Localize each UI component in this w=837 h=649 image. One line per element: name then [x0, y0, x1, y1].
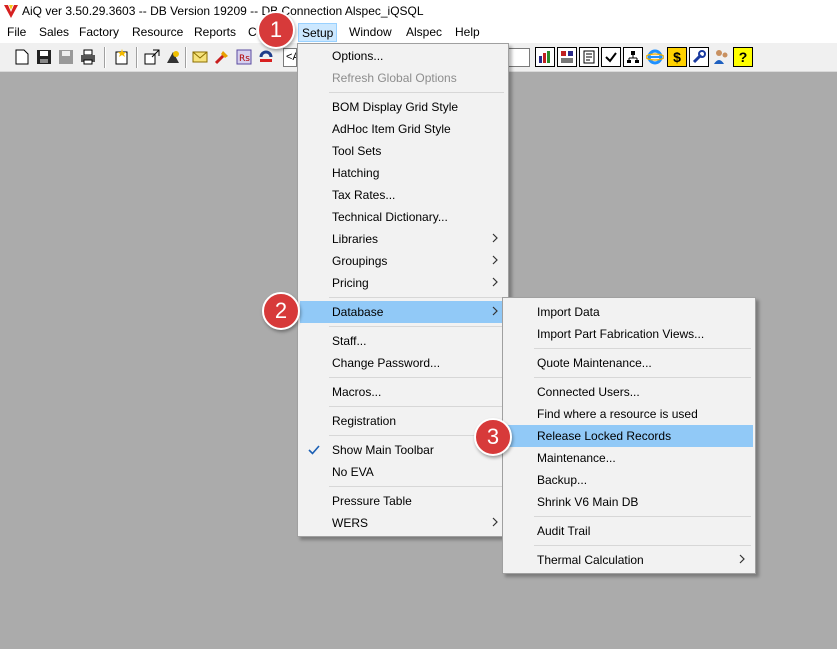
step-badge-2: 2	[262, 292, 300, 330]
mail-icon[interactable]	[190, 47, 210, 67]
menu-separator	[534, 545, 751, 546]
submenu-arrow-icon	[739, 554, 745, 564]
internet-explorer-icon[interactable]	[645, 47, 665, 67]
menu-separator	[329, 326, 504, 327]
menu-item-find-resource-usage[interactable]: Find where a resource is used	[505, 403, 753, 425]
menu-separator	[329, 486, 504, 487]
menu-item-quote-maintenance[interactable]: Quote Maintenance...	[505, 352, 753, 374]
toolbar-separator	[104, 47, 106, 68]
menu-item-shrink-v6-main-db[interactable]: Shrink V6 Main DB	[505, 491, 753, 513]
menu-item-connected-users[interactable]: Connected Users...	[505, 381, 753, 403]
menu-sales[interactable]: Sales	[39, 25, 69, 41]
toolbar-separator	[136, 47, 138, 68]
menu-separator	[534, 377, 751, 378]
menu-item-release-locked-records[interactable]: Release Locked Records	[505, 425, 753, 447]
app-logo-icon	[4, 5, 18, 18]
bar-chart-icon[interactable]	[535, 47, 555, 67]
menu-resource[interactable]: Resource	[132, 25, 183, 41]
check-icon[interactable]	[601, 47, 621, 67]
report-icon[interactable]: Rs	[234, 47, 254, 67]
menu-separator	[329, 92, 504, 93]
users-icon[interactable]	[711, 47, 731, 67]
menu-item-wers[interactable]: WERS	[300, 512, 506, 534]
setup-menu: Options... Refresh Global Options BOM Di…	[297, 43, 509, 537]
menu-item-refresh-global-options: Refresh Global Options	[332, 71, 457, 85]
menu-item-no-eva[interactable]: No EVA	[300, 461, 506, 483]
menu-item-hatching[interactable]: Hatching	[300, 162, 506, 184]
menu-item-import-part-fabrication-views[interactable]: Import Part Fabrication Views...	[505, 323, 753, 345]
menu-item-maintenance[interactable]: Maintenance...	[505, 447, 753, 469]
pricing-icon[interactable]: $	[667, 47, 687, 67]
toolbar-combo-end[interactable]	[508, 48, 530, 67]
submenu-arrow-icon	[492, 233, 498, 243]
menu-item-groupings[interactable]: Groupings	[300, 250, 506, 272]
menu-separator	[329, 297, 504, 298]
menu-item-database[interactable]: Database	[300, 301, 506, 323]
import-icon[interactable]	[142, 47, 162, 67]
menu-item-backup[interactable]: Backup...	[505, 469, 753, 491]
menu-item-adhoc-item-grid-style[interactable]: AdHoc Item Grid Style	[300, 118, 506, 140]
new-quote-icon[interactable]	[112, 47, 132, 67]
menu-window[interactable]: Window	[349, 25, 392, 41]
menu-item-macros[interactable]: Macros...	[300, 381, 506, 403]
submenu-arrow-icon	[492, 277, 498, 287]
title-bar: AiQ ver 3.50.29.3603 -- DB Version 19209…	[0, 0, 837, 22]
menu-file[interactable]: File	[7, 25, 26, 41]
step-badge-1: 1	[257, 11, 295, 49]
menu-separator	[329, 377, 504, 378]
menu-item-tool-sets[interactable]: Tool Sets	[300, 140, 506, 162]
toolbar-combo[interactable]: <A	[283, 48, 297, 67]
menu-c[interactable]: C	[248, 25, 257, 41]
step-badge-3: 3	[474, 418, 512, 456]
menu-separator	[534, 516, 751, 517]
menu-separator	[534, 348, 751, 349]
pivot-icon[interactable]	[557, 47, 577, 67]
submenu-arrow-icon	[492, 306, 498, 316]
alspec-logo-icon[interactable]	[256, 47, 276, 67]
menu-item-pricing[interactable]: Pricing	[300, 272, 506, 294]
schedule-icon[interactable]	[163, 47, 183, 67]
help-icon[interactable]: ?	[733, 47, 753, 67]
menu-item-change-password[interactable]: Change Password...	[300, 352, 506, 374]
menu-item-import-data[interactable]: Import Data	[505, 301, 753, 323]
window-title: AiQ ver 3.50.29.3603 -- DB Version 19209…	[22, 4, 424, 18]
menu-item-libraries[interactable]: Libraries	[300, 228, 506, 250]
submenu-arrow-icon	[492, 255, 498, 265]
menu-item-options[interactable]: Options...	[300, 45, 506, 67]
menu-separator	[329, 406, 504, 407]
menu-bar: File Sales Factory Resource Reports C Se…	[0, 22, 837, 43]
menu-help[interactable]: Help	[455, 25, 480, 41]
menu-setup[interactable]: Setup	[298, 23, 338, 42]
submenu-arrow-icon	[492, 517, 498, 527]
menu-item-audit-trail[interactable]: Audit Trail	[505, 520, 753, 542]
menu-alspec[interactable]: Alspec	[406, 25, 442, 41]
new-document-icon[interactable]	[12, 47, 32, 67]
settings-icon[interactable]	[579, 47, 599, 67]
menu-factory[interactable]: Factory	[79, 25, 119, 41]
svg-text:Rs: Rs	[239, 54, 250, 64]
menu-item-bom-display-grid-style[interactable]: BOM Display Grid Style	[300, 96, 506, 118]
save-all-icon[interactable]	[56, 47, 76, 67]
database-submenu: Import Data Import Part Fabrication View…	[502, 297, 756, 574]
menu-item-staff[interactable]: Staff...	[300, 330, 506, 352]
menu-item-technical-dictionary[interactable]: Technical Dictionary...	[300, 206, 506, 228]
org-chart-icon[interactable]	[623, 47, 643, 67]
menu-item-pressure-table[interactable]: Pressure Table	[300, 490, 506, 512]
print-icon[interactable]	[78, 47, 98, 67]
menu-item-thermal-calculation[interactable]: Thermal Calculation	[505, 549, 753, 571]
wrench-icon[interactable]	[689, 47, 709, 67]
checkmark-icon	[308, 445, 320, 455]
tools-icon[interactable]	[212, 47, 232, 67]
menu-reports[interactable]: Reports	[194, 25, 236, 41]
menu-item-tax-rates[interactable]: Tax Rates...	[300, 184, 506, 206]
toolbar-separator	[185, 47, 187, 68]
save-icon[interactable]	[34, 47, 54, 67]
